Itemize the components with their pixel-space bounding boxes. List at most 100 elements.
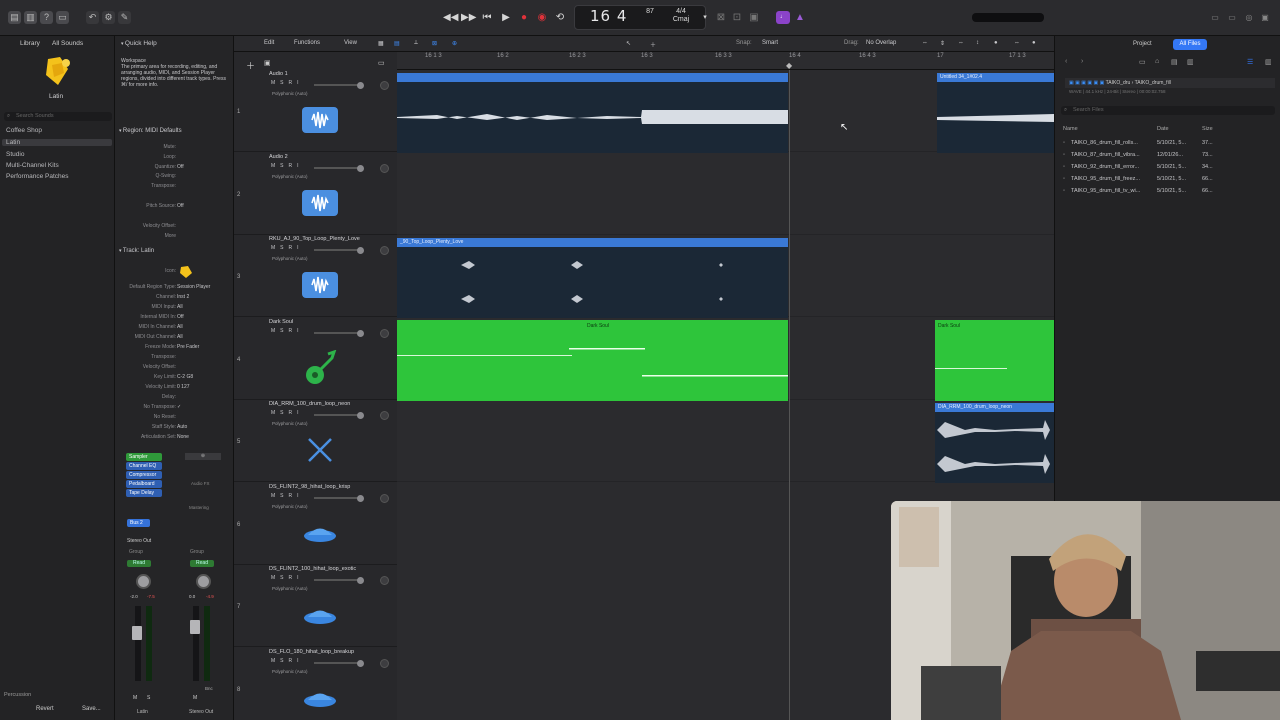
record-icon[interactable]: ● xyxy=(517,10,531,25)
computer-icon[interactable]: ▭ xyxy=(1139,58,1146,66)
zoom-handle-icon[interactable]: ● xyxy=(994,40,998,46)
column-name[interactable]: Name xyxy=(1063,126,1078,132)
input-monitor-button[interactable]: I xyxy=(297,245,303,251)
region-audio-1-header[interactable] xyxy=(397,73,788,82)
library-category-coffee-shop[interactable]: Coffee Shop xyxy=(6,127,42,134)
record-enable-button[interactable]: R xyxy=(289,493,298,499)
bounce-button[interactable]: Bnc xyxy=(205,686,213,691)
input-monitor-button[interactable]: I xyxy=(297,410,303,416)
record-enable-button[interactable]: R xyxy=(289,575,298,581)
mute-right[interactable]: M xyxy=(193,695,197,701)
zoom-slider-icon[interactable]: ↕ xyxy=(976,40,979,46)
pan-knob[interactable] xyxy=(380,328,389,338)
solo-button[interactable]: S xyxy=(280,410,288,416)
plugin-slot[interactable]: Sampler xyxy=(126,453,162,461)
track-name[interactable]: RKU_AJ_90_Top_Loop_Plenty_Love xyxy=(269,236,360,242)
plugin-slot[interactable]: Pedalboard xyxy=(126,480,162,488)
projects-icon[interactable]: ▤ xyxy=(1171,58,1178,66)
region-param-value[interactable]: Off xyxy=(177,164,184,170)
volume-knob[interactable] xyxy=(357,247,364,254)
output-left[interactable]: Stereo Out xyxy=(127,538,151,544)
volume-fader-left[interactable] xyxy=(132,626,142,640)
toolbar-toggle-icon[interactable]: ▭ xyxy=(56,11,69,24)
zoom-in-icon[interactable]: ⇔ xyxy=(1014,40,1020,46)
track-name[interactable]: Dark Soul xyxy=(269,319,293,325)
region-top-loop-header[interactable]: _90_Top_Loop_Plenty_Love xyxy=(397,238,788,247)
tempo-display[interactable]: 87 xyxy=(642,8,658,16)
library-search-input[interactable]: ⌕ Search Sounds xyxy=(4,112,112,121)
volume-knob[interactable] xyxy=(357,494,364,502)
volume-slider[interactable] xyxy=(314,496,362,499)
volume-knob[interactable] xyxy=(357,659,364,667)
track-name[interactable]: DS_FLINT2_100_hihat_loop_exotic xyxy=(269,566,356,572)
volume-knob[interactable] xyxy=(357,329,364,337)
input-monitor-button[interactable]: I xyxy=(297,80,303,86)
solo-button[interactable]: S xyxy=(280,245,288,251)
path-segment-2[interactable]: TAIKO_drum_fill xyxy=(1135,80,1171,86)
forward-icon[interactable]: › xyxy=(1081,58,1083,65)
inspector-toggle-icon[interactable]: ▥ xyxy=(24,11,37,24)
track-param-value[interactable]: Off xyxy=(177,314,184,320)
track-header[interactable]: 1 Audio 1 MSRI Polyphonic (Auto) xyxy=(234,70,397,152)
file-search-input[interactable]: ⌕ Search Files xyxy=(1061,106,1275,115)
metronome-badge-icon[interactable]: ♩ xyxy=(776,11,790,24)
home-icon[interactable]: ⌂ xyxy=(1155,58,1159,65)
folder-icon[interactable]: ▥ xyxy=(1187,58,1194,66)
region-audio-1b[interactable] xyxy=(937,82,1054,153)
tab-all-files[interactable]: All Files xyxy=(1173,39,1207,50)
track-name[interactable]: DIA_RRM_100_drum_loop_neon xyxy=(269,401,350,407)
track-name[interactable]: DS_FLO_180_hihat_loop_breakup xyxy=(269,649,354,655)
save-button[interactable]: Save... xyxy=(82,706,101,712)
volume-slider[interactable] xyxy=(314,249,362,251)
zoom-handle-2-icon[interactable]: ● xyxy=(1032,40,1036,46)
cycle-icon[interactable]: ⟲ xyxy=(553,10,567,25)
record-enable-button[interactable]: R xyxy=(289,658,298,664)
grid-view-icon[interactable]: ▦ xyxy=(378,40,384,47)
track-buttons[interactable]: MSRI xyxy=(271,658,304,664)
audio-fx-slot[interactable]: Audio FX xyxy=(191,481,210,486)
track-name[interactable]: Audio 1 xyxy=(269,71,288,77)
region-top-loop[interactable] xyxy=(397,247,788,318)
track-header[interactable]: 4 Dark Soul MSRI xyxy=(234,318,397,400)
library-toggle-icon[interactable]: ▤ xyxy=(8,11,21,24)
undo-icon[interactable]: ↶ xyxy=(86,11,99,24)
functions-menu[interactable]: Functions xyxy=(294,40,320,46)
count-in-icon[interactable]: ▣ xyxy=(747,10,761,25)
track-buttons[interactable]: MSRI xyxy=(271,328,304,334)
waveform-zoom-icon[interactable]: ⇔ xyxy=(922,40,928,46)
pan-knob[interactable] xyxy=(380,246,389,255)
region-audio-1[interactable] xyxy=(397,82,788,153)
play-icon[interactable]: ▶ xyxy=(499,10,513,25)
track-param-value[interactable]: All xyxy=(177,324,183,330)
vertical-zoom-icon[interactable]: ⇕ xyxy=(940,40,945,47)
volume-knob[interactable] xyxy=(357,164,364,172)
track-header[interactable]: 5 DIA_RRM_100_drum_loop_neon MSRI Polyphoni… xyxy=(234,400,397,482)
track-param-value[interactable]: None xyxy=(177,434,189,440)
tab-project[interactable]: Project xyxy=(1133,41,1152,47)
track-buttons[interactable]: MSRI xyxy=(271,163,304,169)
automation-read-right[interactable]: Read xyxy=(190,560,214,567)
back-icon[interactable]: ‹ xyxy=(1065,58,1067,65)
library-category-latin[interactable]: Latin xyxy=(2,139,112,146)
volume-fader-right[interactable] xyxy=(190,620,200,634)
pan-knob-right[interactable] xyxy=(196,574,211,589)
track-header[interactable]: 2 Audio 2 MSRI Polyphonic (Auto) xyxy=(234,153,397,235)
browser-icon[interactable]: ▣ xyxy=(1258,10,1272,25)
region-inspector-header[interactable]: ▾ Region: MIDI Defaults xyxy=(119,128,182,134)
pan-knob[interactable] xyxy=(380,411,389,420)
zoom-icon[interactable]: ⊠ xyxy=(432,40,437,47)
mute-button[interactable]: M xyxy=(271,328,280,334)
pan-knob[interactable] xyxy=(380,163,389,173)
quick-help-header[interactable]: ▾ Quick Help xyxy=(121,40,157,47)
signature-display[interactable]: 4/4 Cmaj xyxy=(672,8,690,24)
record-enable-button[interactable]: R xyxy=(289,410,298,416)
list-view-icon[interactable]: ☰ xyxy=(1247,58,1253,66)
tuner-icon[interactable]: ⊠ xyxy=(714,10,728,25)
pan-knob[interactable] xyxy=(380,493,389,503)
library-category-studio[interactable]: Studio xyxy=(6,151,24,158)
revert-button[interactable]: Revert xyxy=(36,706,54,712)
mute-button[interactable]: M xyxy=(271,575,280,581)
solo-left[interactable]: S xyxy=(147,695,150,701)
path-bar[interactable]: ▣ ▣ ▣ ▣ ▣ ▣ TAIKO_dru › TAIKO_drum_fill xyxy=(1065,78,1275,88)
input-monitor-button[interactable]: I xyxy=(297,163,303,169)
